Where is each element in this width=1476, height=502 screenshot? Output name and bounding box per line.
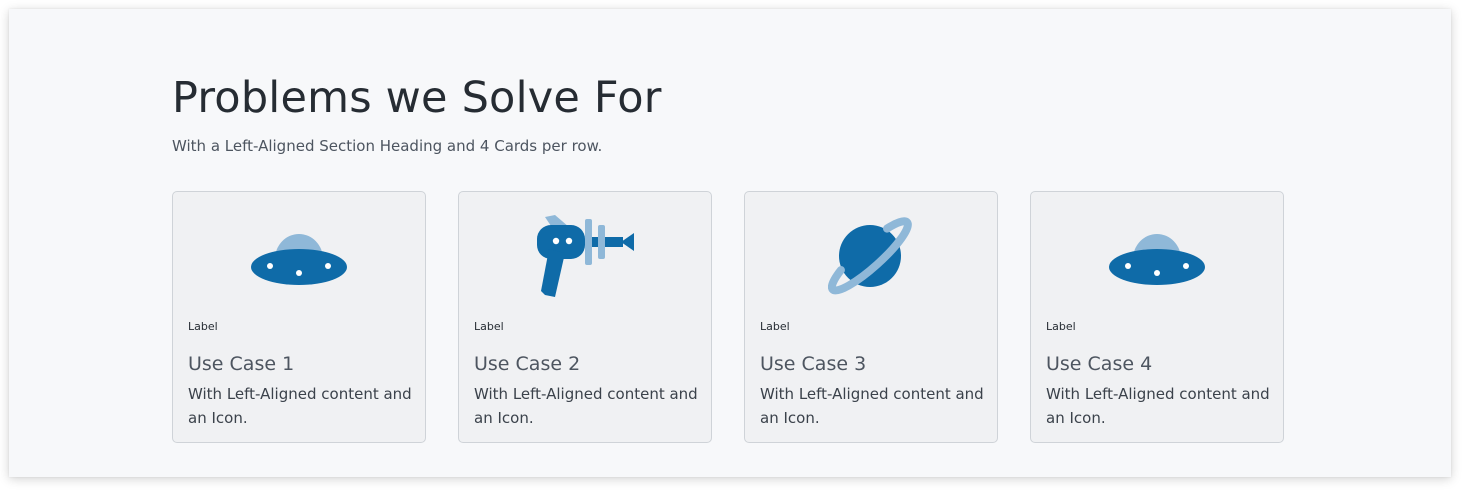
use-case-card-3[interactable]: Label Use Case 3 With Left-Aligned conte… xyxy=(744,191,998,443)
card-title: Use Case 2 xyxy=(474,353,581,375)
section-heading: Problems we Solve For xyxy=(172,73,662,123)
card-description: With Left-Aligned content and an Icon. xyxy=(188,385,412,427)
card-label: Label xyxy=(188,320,218,333)
card-grid: Label Use Case 1 With Left-Aligned conte… xyxy=(172,191,1284,443)
ray-gun-icon xyxy=(459,210,711,302)
card-description: With Left-Aligned content and an Icon. xyxy=(474,385,698,427)
card-title: Use Case 3 xyxy=(760,353,867,375)
card-description: With Left-Aligned content and an Icon. xyxy=(760,385,984,427)
card-label: Label xyxy=(474,320,504,333)
section-subheading: With a Left-Aligned Section Heading and … xyxy=(172,137,603,155)
card-label: Label xyxy=(1046,320,1076,333)
ufo-icon xyxy=(1031,210,1283,302)
card-title: Use Case 1 xyxy=(188,353,295,375)
card-description: With Left-Aligned content and an Icon. xyxy=(1046,385,1270,427)
use-case-card-4[interactable]: Label Use Case 4 With Left-Aligned conte… xyxy=(1030,191,1284,443)
ufo-icon xyxy=(173,210,425,302)
use-case-card-1[interactable]: Label Use Case 1 With Left-Aligned conte… xyxy=(172,191,426,443)
card-label: Label xyxy=(760,320,790,333)
card-title: Use Case 4 xyxy=(1046,353,1153,375)
page-frame: Problems we Solve For With a Left-Aligne… xyxy=(9,9,1451,477)
planet-icon xyxy=(745,210,997,302)
use-case-card-2[interactable]: Label Use Case 2 With Left-Aligned conte… xyxy=(458,191,712,443)
